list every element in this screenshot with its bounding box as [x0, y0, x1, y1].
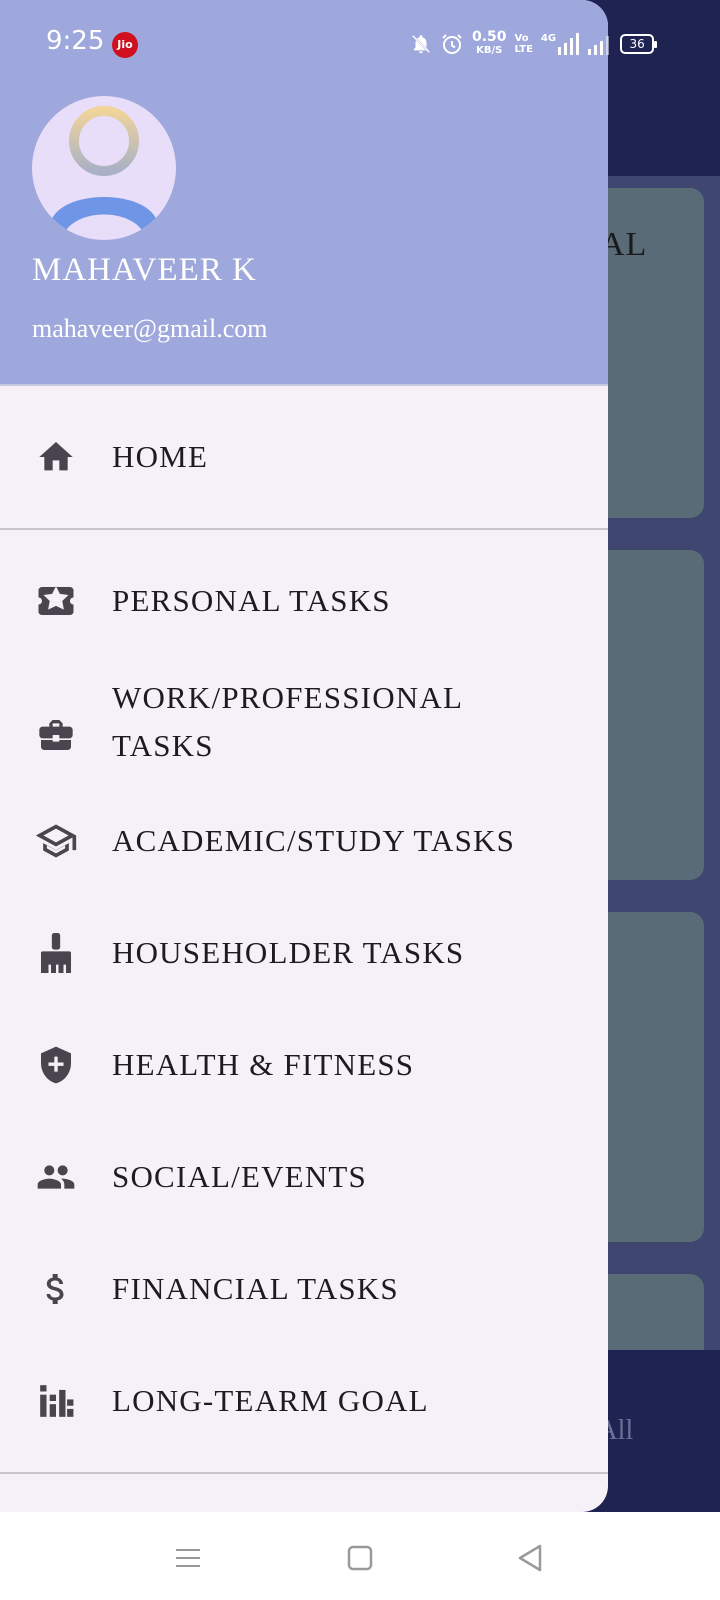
- medical-shield-icon: [34, 1043, 78, 1087]
- briefcase-icon: [34, 713, 78, 757]
- back-triangle-icon: [518, 1544, 542, 1572]
- divider: [0, 1472, 608, 1474]
- home-icon: [34, 435, 78, 479]
- avatar[interactable]: [32, 96, 176, 240]
- home-nav-button[interactable]: [340, 1538, 380, 1578]
- dollar-icon: [34, 1267, 78, 1311]
- drawer-item-householder-tasks[interactable]: HOUSEHOLDER TASKS: [0, 908, 608, 998]
- drawer-item-label: HOME: [112, 439, 209, 474]
- drawer-item-home[interactable]: HOME: [0, 412, 608, 502]
- drawer-item-label: HOUSEHOLDER TASKS: [112, 935, 465, 970]
- drawer-item-social-events[interactable]: SOCIAL/EVENTS: [0, 1132, 608, 1222]
- signal-icon: [588, 36, 610, 55]
- drawer-item-long-term-goal[interactable]: LONG-TEARM GOAL: [0, 1356, 608, 1446]
- user-avatar-icon: [50, 106, 158, 240]
- graduation-cap-icon: [34, 819, 78, 863]
- drawer-item-label: SOCIAL/EVENTS: [112, 1159, 367, 1194]
- user-name: MAHAVEER K: [32, 252, 257, 288]
- drawer-item-financial-tasks[interactable]: FINANCIAL TASKS: [0, 1244, 608, 1334]
- alarm-icon: [442, 34, 462, 54]
- volte-indicator: Vo LTE: [514, 33, 533, 55]
- battery-icon: 36: [620, 34, 658, 54]
- people-icon: [34, 1155, 78, 1199]
- bar-chart-icon: [34, 1379, 78, 1423]
- star-ticket-icon: [34, 579, 78, 623]
- signal-4g-icon: 4G: [541, 33, 580, 55]
- carrier-badge: Jio: [112, 32, 138, 58]
- back-nav-button[interactable]: [510, 1538, 550, 1578]
- drawer-item-label: WORK/PROFESSIONAL TASKS: [112, 680, 464, 763]
- system-navigation-bar: [0, 1512, 720, 1600]
- drawer-item-personal-tasks[interactable]: PERSONAL TASKS: [0, 556, 608, 646]
- network-speed: 0.50 KB/S: [472, 29, 507, 56]
- broom-icon: [34, 931, 78, 975]
- drawer-item-label: FINANCIAL TASKS: [112, 1271, 399, 1306]
- user-email: mahaveer@gmail.com: [32, 314, 268, 343]
- status-icons: 0.50 KB/S Vo LTE 4G 36: [410, 28, 658, 60]
- drawer-item-label: LONG-TEARM GOAL: [112, 1383, 429, 1418]
- drawer-item-label: PERSONAL TASKS: [112, 583, 391, 618]
- divider: [0, 528, 608, 530]
- bell-off-icon: [411, 34, 431, 54]
- drawer-item-label: ACADEMIC/STUDY TASKS: [112, 823, 516, 858]
- drawer-item-label: HEALTH & FITNESS: [112, 1047, 415, 1082]
- drawer-item-academic-study-tasks[interactable]: ACADEMIC/STUDY TASKS: [0, 796, 608, 886]
- drawer-item-health-fitness[interactable]: HEALTH & FITNESS: [0, 1020, 608, 1110]
- drawer-item-work-professional-tasks[interactable]: WORK/PROFESSIONAL TASKS: [0, 670, 608, 800]
- status-time: 9:25: [46, 26, 105, 56]
- square-icon: [347, 1545, 373, 1571]
- menu-nav-button[interactable]: [168, 1538, 208, 1578]
- status-bar: 9:25 Jio 0.50 KB/S Vo LTE 4G 36: [0, 0, 720, 88]
- menu-lines-icon: [176, 1549, 200, 1567]
- navigation-drawer: MAHAVEER K mahaveer@gmail.com HOME PERSO…: [0, 0, 608, 1512]
